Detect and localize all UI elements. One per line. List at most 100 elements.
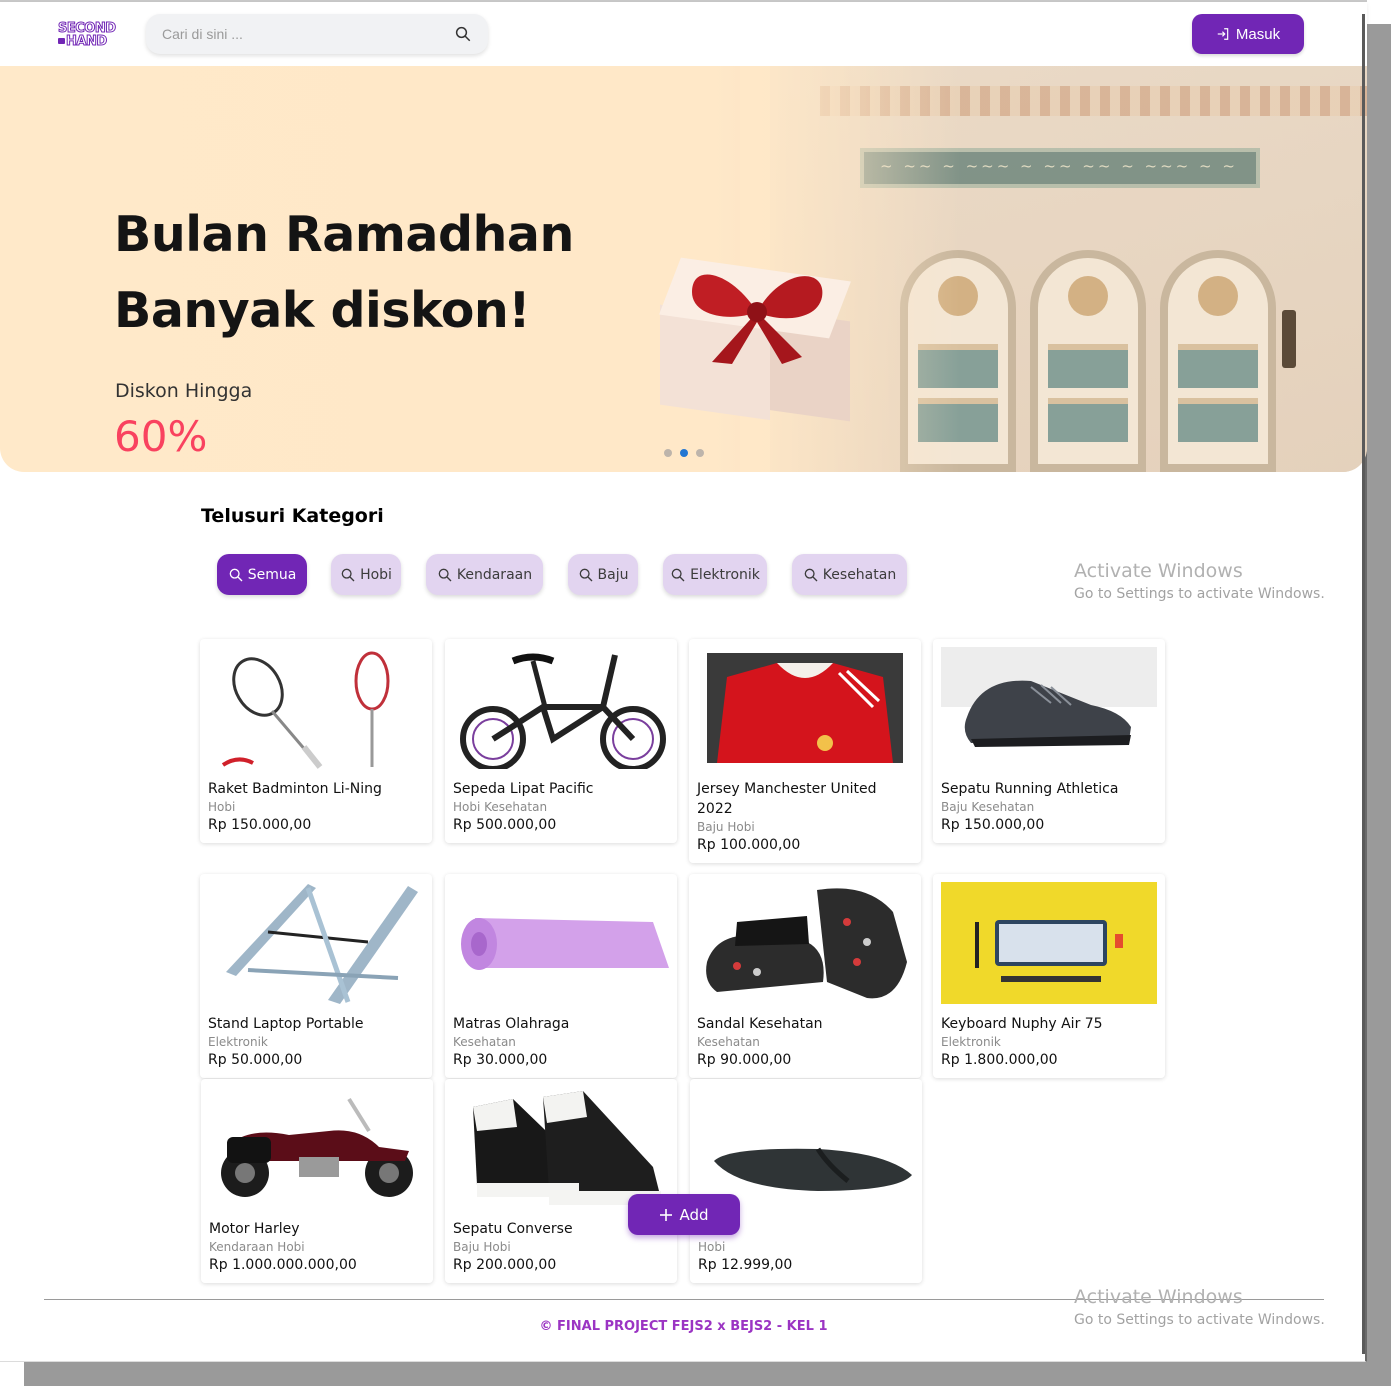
search-icon <box>229 568 243 581</box>
product-category: Baju Kesehatan <box>941 800 1035 814</box>
banner-discount: 60% <box>114 412 208 461</box>
chip-kendaraan[interactable]: Kendaraan <box>426 554 543 595</box>
product-image-flip-flop <box>698 1087 914 1209</box>
gift-ribbon-icon <box>692 274 823 364</box>
product-image-badminton-racket <box>208 647 424 769</box>
product-card[interactable]: Sepatu Converse Baju Hobi Rp 200.000,00 <box>445 1079 677 1283</box>
product-price: Rp 50.000,00 <box>208 1052 303 1068</box>
product-price: Rp 90.000,00 <box>697 1052 792 1068</box>
chip-elektronik[interactable]: Elektronik <box>663 554 767 595</box>
arch-shelf <box>1030 250 1146 472</box>
product-image-red-jersey <box>697 647 913 769</box>
promo-banner[interactable]: ~ ~~ ~ ~~~ ~ ~~ ~~ ~ ~~~ ~ ~ Bulan Ramad… <box>0 66 1367 472</box>
login-icon <box>1217 28 1229 40</box>
product-name: Sepatu Running Athletica <box>941 781 1119 797</box>
product-price: Rp 500.000,00 <box>453 817 557 833</box>
product-card[interactable]: Sepatu Running Athletica Baju Kesehatan … <box>933 639 1165 843</box>
product-category: Hobi <box>208 800 236 814</box>
product-card[interactable]: Hobi Rp 12.999,00 <box>690 1079 922 1283</box>
product-name: Motor Harley <box>209 1221 300 1237</box>
product-category: Baju Hobi <box>697 820 755 834</box>
product-price: Rp 100.000,00 <box>697 837 801 853</box>
chip-kesehatan[interactable]: Kesehatan <box>792 554 907 595</box>
product-category: Elektronik <box>208 1035 268 1049</box>
logo-line2-text: HAND <box>66 34 108 49</box>
search-bar <box>146 14 488 54</box>
logo[interactable]: SECOND HAND <box>58 20 124 50</box>
product-card[interactable]: Sandal Kesehatan Kesehatan Rp 90.000,00 <box>689 874 921 1078</box>
chip-hobi[interactable]: Hobi <box>331 554 401 595</box>
product-card[interactable]: Stand Laptop Portable Elektronik Rp 50.0… <box>200 874 432 1078</box>
search-icon <box>438 568 452 581</box>
chip-label: Kesehatan <box>822 566 897 583</box>
product-name: Jersey Manchester United 2022 <box>697 781 877 817</box>
product-image-massage-sandals <box>697 882 913 1004</box>
login-label: Masuk <box>1235 25 1281 43</box>
banner-subtitle: Diskon Hingga <box>115 380 253 402</box>
product-category: Elektronik <box>941 1035 1001 1049</box>
product-card[interactable]: Motor Harley Kendaraan Hobi Rp 1.000.000… <box>201 1079 433 1283</box>
product-price: Rp 12.999,00 <box>698 1257 793 1273</box>
product-image-folding-bike <box>453 647 669 769</box>
product-image-laptop-stand <box>208 882 424 1004</box>
product-name: Stand Laptop Portable <box>208 1016 364 1032</box>
chip-baju[interactable]: Baju <box>568 554 638 595</box>
search-icon <box>671 568 685 581</box>
product-name: Matras Olahraga <box>453 1016 570 1032</box>
chip-label: Semua <box>247 566 297 583</box>
product-card[interactable]: Keyboard Nuphy Air 75 Elektronik Rp 1.80… <box>933 874 1165 1078</box>
product-image-converse-sneakers <box>453 1087 669 1209</box>
product-price: Rp 1.800.000,00 <box>941 1052 1058 1068</box>
product-card[interactable]: Jersey Manchester United 2022 Baju Hobi … <box>689 639 921 863</box>
banner-title-line1: Bulan Ramadhan <box>114 206 574 263</box>
product-name: Sandal Kesehatan <box>697 1016 823 1032</box>
windows-watermark: Activate Windows Go to Settings to activ… <box>1074 1286 1325 1328</box>
windows-watermark: Activate Windows Go to Settings to activ… <box>1074 560 1325 602</box>
chip-label: Elektronik <box>690 566 760 583</box>
watermark-line2: Go to Settings to activate Windows. <box>1074 1312 1325 1328</box>
login-button[interactable]: Masuk <box>1192 14 1304 54</box>
product-image-running-shoe <box>941 647 1157 769</box>
product-price: Rp 150.000,00 <box>941 817 1045 833</box>
product-category: Baju Hobi <box>453 1240 511 1254</box>
product-image-yoga-mat <box>453 882 669 1004</box>
product-category: Hobi Kesehatan <box>453 800 548 814</box>
carousel-dot-active[interactable] <box>680 449 688 457</box>
carousel-dot[interactable] <box>696 449 704 457</box>
product-price: Rp 1.000.000.000,00 <box>209 1257 357 1273</box>
add-product-button[interactable]: Add <box>628 1194 740 1235</box>
chip-label: Kendaraan <box>456 566 533 583</box>
watermark-line1: Activate Windows <box>1074 1286 1243 1308</box>
logo-line2: HAND <box>58 34 108 49</box>
navbar: SECOND HAND Masuk <box>0 2 1367 66</box>
product-price: Rp 150.000,00 <box>208 817 312 833</box>
scrollbar[interactable] <box>1362 14 1365 1354</box>
product-image-keyboard <box>941 882 1157 1004</box>
product-card[interactable]: Matras Olahraga Kesehatan Rp 30.000,00 <box>445 874 677 1078</box>
watermark-line2: Go to Settings to activate Windows. <box>1074 586 1325 602</box>
product-card[interactable]: Sepeda Lipat Pacific Hobi Kesehatan Rp 5… <box>445 639 677 843</box>
product-image-motorcycle <box>209 1087 425 1209</box>
watermark-line1: Activate Windows <box>1074 560 1243 582</box>
product-price: Rp 30.000,00 <box>453 1052 548 1068</box>
chip-semua[interactable]: Semua <box>217 554 307 595</box>
search-icon[interactable] <box>454 25 472 43</box>
search-icon <box>804 568 818 581</box>
cart-icon <box>58 38 65 44</box>
search-input[interactable] <box>162 26 454 42</box>
category-title: Telusuri Kategori <box>201 505 384 527</box>
carousel-dot[interactable] <box>664 449 672 457</box>
chip-label: Hobi <box>360 566 392 583</box>
arch-shelf <box>1160 250 1276 472</box>
plus-icon <box>660 1208 673 1221</box>
product-name: Keyboard Nuphy Air 75 <box>941 1016 1103 1032</box>
product-category: Kesehatan <box>697 1035 760 1049</box>
product-category: Hobi <box>698 1240 726 1254</box>
product-category: Kendaraan Hobi <box>209 1240 305 1254</box>
chip-label: Baju <box>597 566 629 583</box>
banner-title-line2: Banyak diskon! <box>114 282 531 339</box>
product-name: Raket Badminton Li-Ning <box>208 781 382 797</box>
carousel-indicators <box>664 449 704 457</box>
product-card[interactable]: Raket Badminton Li-Ning Hobi Rp 150.000,… <box>200 639 432 843</box>
search-icon <box>579 568 592 581</box>
